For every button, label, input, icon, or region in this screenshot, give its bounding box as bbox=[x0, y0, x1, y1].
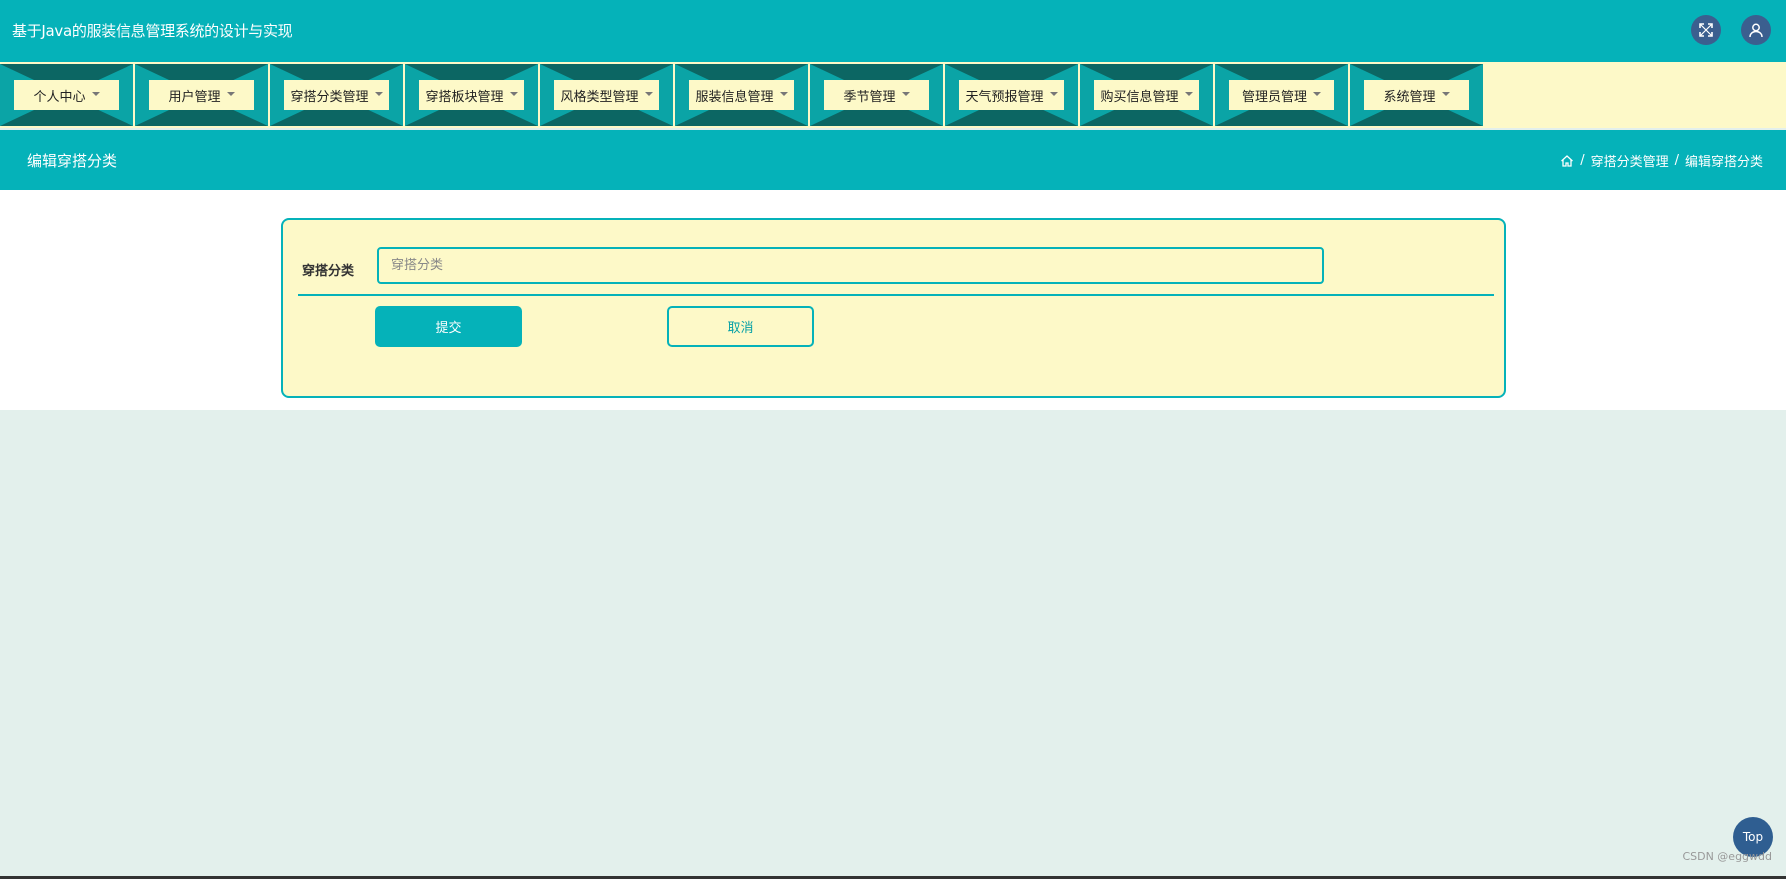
breadcrumb-separator: / bbox=[1580, 153, 1585, 168]
menu-item-system-management[interactable]: 系统管理 bbox=[1350, 64, 1483, 126]
menu-item-label: 个人中心 bbox=[33, 89, 86, 105]
menu-item-style-type[interactable]: 风格类型管理 bbox=[540, 64, 673, 126]
caret-down-icon bbox=[509, 92, 518, 96]
user-button[interactable] bbox=[1741, 15, 1771, 45]
menu-item-label: 季节管理 bbox=[843, 89, 896, 105]
caret-down-icon bbox=[1441, 92, 1450, 96]
edit-form: 穿搭分类 提交 取消 bbox=[281, 218, 1506, 398]
caret-down-icon bbox=[226, 92, 235, 96]
caret-down-icon bbox=[374, 92, 383, 96]
menu-item-weather-forecast[interactable]: 天气预报管理 bbox=[945, 64, 1078, 126]
menu-item-label: 天气预报管理 bbox=[965, 89, 1044, 105]
menu-item-label: 穿搭板块管理 bbox=[425, 89, 504, 105]
page-header: 编辑穿搭分类 / 穿搭分类管理 / 编辑穿搭分类 bbox=[0, 130, 1786, 190]
menu-item-label: 服装信息管理 bbox=[695, 89, 774, 105]
menu-item-purchase-info[interactable]: 购买信息管理 bbox=[1080, 64, 1213, 126]
caret-down-icon bbox=[1049, 92, 1058, 96]
menu-item-label: 风格类型管理 bbox=[560, 89, 639, 105]
menu-item-label: 用户管理 bbox=[168, 89, 221, 105]
menu-item-label: 穿搭分类管理 bbox=[290, 89, 369, 105]
menu-item-outfit-category[interactable]: 穿搭分类管理 bbox=[270, 64, 403, 126]
breadcrumb-separator: / bbox=[1674, 153, 1679, 168]
home-icon[interactable] bbox=[1560, 154, 1574, 168]
breadcrumb-link-outfit-category[interactable]: 穿搭分类管理 bbox=[1591, 151, 1669, 170]
breadcrumb-current: 编辑穿搭分类 bbox=[1684, 155, 1763, 170]
main-menu: 个人中心 用户管理 穿搭分类管理 穿搭板块管理 风格类型管理 服装信息管理 季节… bbox=[0, 62, 1786, 128]
outfit-category-input[interactable] bbox=[377, 247, 1324, 284]
menu-item-clothing-info[interactable]: 服装信息管理 bbox=[675, 64, 808, 126]
menu-item-user-management[interactable]: 用户管理 bbox=[135, 64, 268, 126]
expand-icon bbox=[1699, 23, 1713, 37]
caret-down-icon bbox=[644, 92, 653, 96]
menu-item-personal-center[interactable]: 个人中心 bbox=[0, 64, 133, 126]
menu-item-season[interactable]: 季节管理 bbox=[810, 64, 943, 126]
caret-down-icon bbox=[1313, 92, 1321, 96]
caret-down-icon bbox=[91, 92, 100, 96]
fullscreen-button[interactable] bbox=[1691, 15, 1721, 45]
user-icon bbox=[1749, 23, 1763, 38]
cancel-button[interactable]: 取消 bbox=[667, 306, 814, 347]
menu-item-outfit-section[interactable]: 穿搭板块管理 bbox=[405, 64, 538, 126]
outfit-category-label: 穿搭分类 bbox=[302, 264, 355, 279]
caret-down-icon bbox=[901, 92, 910, 96]
caret-down-icon bbox=[1184, 92, 1193, 96]
submit-button[interactable]: 提交 bbox=[375, 306, 522, 347]
top-header: 基于Java的服装信息管理系统的设计与实现 bbox=[0, 0, 1786, 62]
breadcrumb: / 穿搭分类管理 / 编辑穿搭分类 bbox=[1560, 151, 1763, 170]
menu-item-label: 管理员管理 bbox=[1241, 89, 1307, 105]
menu-item-admin-management[interactable]: 管理员管理 bbox=[1215, 64, 1348, 126]
menu-item-label: 系统管理 bbox=[1383, 89, 1436, 105]
menu-item-label: 购买信息管理 bbox=[1100, 89, 1179, 105]
form-divider bbox=[298, 294, 1494, 296]
watermark: CSDN @eggwdd bbox=[1682, 850, 1772, 863]
caret-down-icon bbox=[779, 92, 788, 96]
page-title: 编辑穿搭分类 bbox=[27, 152, 118, 170]
app-title: 基于Java的服装信息管理系统的设计与实现 bbox=[12, 22, 293, 40]
